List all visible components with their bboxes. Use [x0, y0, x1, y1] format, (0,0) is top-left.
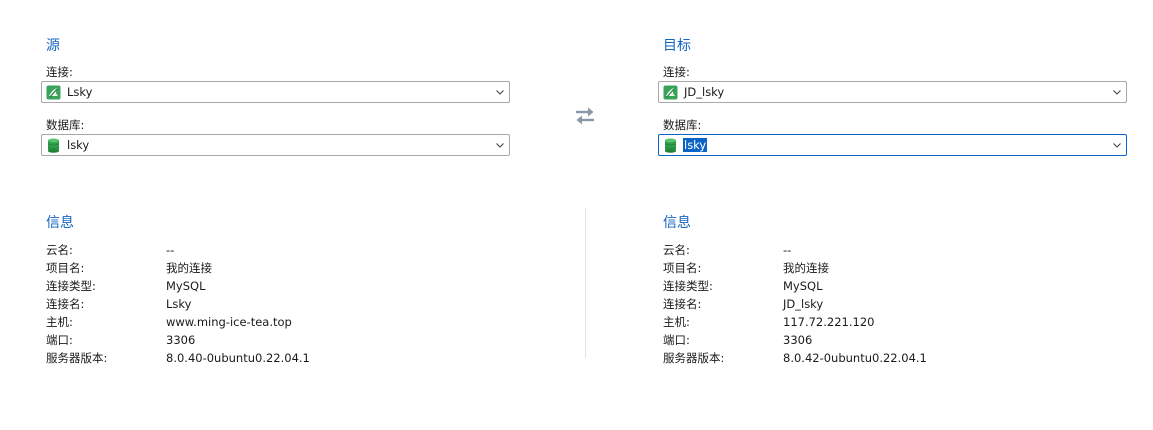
- info-value: MySQL: [166, 279, 206, 293]
- source-info-row: 连接类型: MySQL: [46, 277, 486, 295]
- info-key: 连接名:: [46, 297, 85, 311]
- info-key: 云名:: [46, 243, 73, 257]
- source-info-title: 信息: [46, 215, 74, 231]
- database-icon: [47, 138, 60, 153]
- info-key: 端口:: [663, 333, 690, 347]
- chevron-down-icon: [496, 90, 504, 95]
- info-value: 8.0.40-0ubuntu0.22.04.1: [166, 351, 310, 365]
- info-key: 端口:: [46, 333, 73, 347]
- source-info-row: 云名: --: [46, 241, 486, 259]
- source-title: 源: [46, 38, 60, 54]
- target-info-row: 项目名: 我的连接: [663, 259, 1103, 277]
- source-database-value: lsky: [67, 138, 90, 152]
- source-database-label: 数据库:: [46, 118, 85, 132]
- info-key: 主机:: [46, 315, 73, 329]
- info-value: --: [783, 243, 792, 257]
- source-connection-value: Lsky: [67, 85, 93, 99]
- source-info-row: 项目名: 我的连接: [46, 259, 486, 277]
- info-value: JD_lsky: [783, 297, 824, 311]
- target-info-row: 云名: --: [663, 241, 1103, 259]
- database-icon: [664, 138, 677, 153]
- chevron-down-icon: [1113, 90, 1121, 95]
- info-value: 117.72.221.120: [783, 315, 875, 329]
- target-info-row: 服务器版本: 8.0.42-0ubuntu0.22.04.1: [663, 349, 1103, 367]
- swap-button[interactable]: [572, 103, 598, 129]
- target-info-row: 连接名: JD_lsky: [663, 295, 1103, 313]
- target-connection-label: 连接:: [663, 65, 690, 79]
- target-info-row: 主机: 117.72.221.120: [663, 313, 1103, 331]
- source-info-row: 端口: 3306: [46, 331, 486, 349]
- mysql-connection-icon: [46, 85, 61, 100]
- info-value: 8.0.42-0ubuntu0.22.04.1: [783, 351, 927, 365]
- info-value: MySQL: [783, 279, 823, 293]
- info-key: 主机:: [663, 315, 690, 329]
- target-database-label: 数据库:: [663, 118, 702, 132]
- swap-arrows-icon: [576, 107, 594, 125]
- info-value: 3306: [783, 333, 813, 347]
- target-info-row: 连接类型: MySQL: [663, 277, 1103, 295]
- info-key: 项目名:: [46, 261, 85, 275]
- info-key: 连接名:: [663, 297, 702, 311]
- panel-divider: [585, 208, 586, 358]
- target-title: 目标: [663, 38, 691, 54]
- mysql-connection-icon: [663, 85, 678, 100]
- info-key: 项目名:: [663, 261, 702, 275]
- chevron-down-icon: [1113, 143, 1121, 148]
- target-info-row: 端口: 3306: [663, 331, 1103, 349]
- source-connection-select[interactable]: Lsky: [41, 81, 510, 103]
- info-value: Lsky: [166, 297, 192, 311]
- info-value: --: [166, 243, 175, 257]
- target-connection-value: JD_lsky: [684, 85, 725, 99]
- chevron-down-icon: [496, 143, 504, 148]
- target-database-select[interactable]: lsky: [658, 134, 1127, 156]
- source-database-select[interactable]: lsky: [41, 134, 510, 156]
- info-key: 连接类型:: [46, 279, 96, 293]
- info-key: 服务器版本:: [663, 351, 725, 365]
- info-key: 连接类型:: [663, 279, 713, 293]
- info-key: 云名:: [663, 243, 690, 257]
- info-value: 3306: [166, 333, 196, 347]
- info-value: www.ming-ice-tea.top: [166, 315, 292, 329]
- info-value: 我的连接: [166, 261, 212, 275]
- info-value: 我的连接: [783, 261, 829, 275]
- info-key: 服务器版本:: [46, 351, 108, 365]
- source-info-row: 服务器版本: 8.0.40-0ubuntu0.22.04.1: [46, 349, 486, 367]
- source-info-row: 主机: www.ming-ice-tea.top: [46, 313, 486, 331]
- target-info-title: 信息: [663, 215, 691, 231]
- target-database-value: lsky: [683, 138, 708, 152]
- source-info-row: 连接名: Lsky: [46, 295, 486, 313]
- source-connection-label: 连接:: [46, 65, 73, 79]
- target-connection-select[interactable]: JD_lsky: [658, 81, 1127, 103]
